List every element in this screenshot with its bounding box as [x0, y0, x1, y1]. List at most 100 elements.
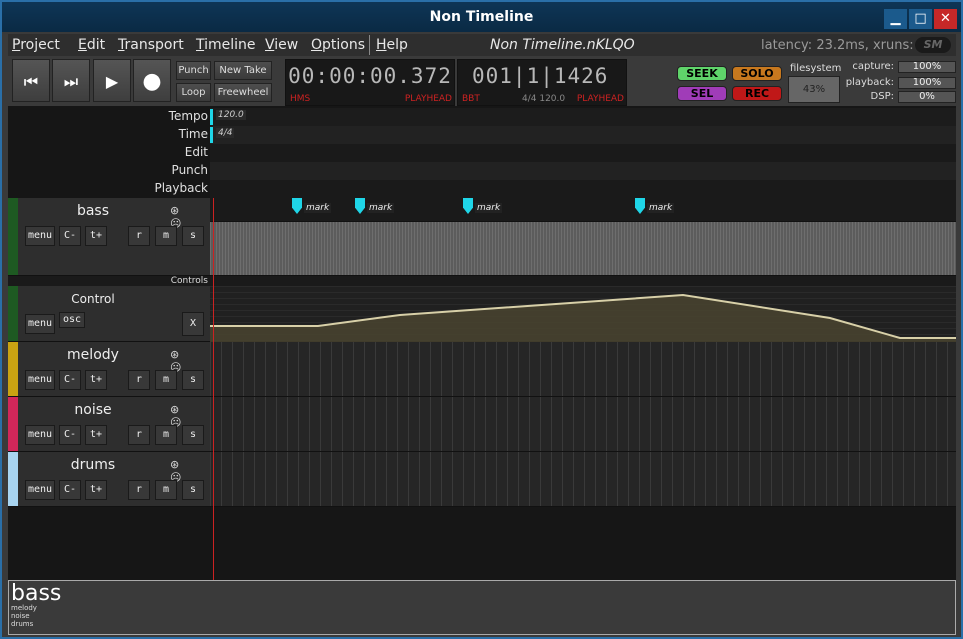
punch-ruler[interactable] [210, 162, 956, 180]
controls-row: Controls [8, 276, 956, 286]
solo-button[interactable]: s [182, 226, 204, 246]
track-menu-button[interactable]: menu [25, 480, 55, 500]
timeline-area: Tempo Time Edit Punch Playback 120.0 4/4… [8, 106, 956, 580]
solo-button[interactable]: s [182, 480, 204, 500]
select-toggle[interactable]: SEL [677, 86, 727, 101]
remove-control-button[interactable]: C- [59, 425, 81, 445]
track-menu-button[interactable]: menu [25, 425, 55, 445]
playback-ruler[interactable] [210, 180, 956, 198]
track-name[interactable]: bass [18, 203, 168, 219]
window-title: Non Timeline [429, 9, 534, 25]
osc-button[interactable]: osc [59, 312, 85, 328]
track-color-strip [8, 397, 18, 451]
solo-button[interactable]: s [182, 425, 204, 445]
time-signature-value: 4/4 [216, 128, 235, 138]
tempo-ruler-label: Tempo [168, 109, 208, 123]
mute-button[interactable]: m [155, 425, 177, 445]
bbt-clock[interactable]: 001|1|1426 BBT 4/4 120.0 PLAYHEAD [457, 59, 627, 106]
menu-transport[interactable]: Transport [118, 37, 184, 53]
minimize-button[interactable]: ▁ [884, 9, 907, 29]
menu-timeline[interactable]: Timeline [196, 37, 256, 53]
tempo-value: 120.0 [216, 110, 246, 120]
bbt-mode: PLAYHEAD [576, 94, 624, 104]
track-name[interactable]: drums [18, 457, 168, 473]
menu-project[interactable]: Project [12, 37, 60, 53]
track-menu-button[interactable]: menu [25, 370, 55, 390]
new-take-button[interactable]: New Take [214, 61, 272, 80]
punch-button[interactable]: Punch [176, 61, 211, 80]
capture-meter: 100% [898, 61, 956, 73]
edit-ruler-label: Edit [184, 145, 208, 159]
playback-meter: 100% [898, 77, 956, 89]
track-name[interactable]: Control [18, 292, 168, 306]
track-name[interactable]: melody [18, 347, 168, 363]
seek-toggle[interactable]: SEEK [677, 66, 727, 81]
add-take-button[interactable]: t+ [85, 226, 107, 246]
solo-toggle[interactable]: SOLO [732, 66, 782, 81]
record-arm-button[interactable]: r [128, 370, 150, 390]
track-color-strip [8, 342, 18, 396]
dsp-meter: 0% [898, 91, 956, 103]
playhead-cursor[interactable] [213, 198, 214, 580]
mute-button[interactable]: m [155, 226, 177, 246]
marker-label: mark [475, 203, 503, 213]
menu-edit[interactable]: Edit [78, 37, 105, 53]
close-button[interactable]: ✕ [934, 9, 957, 29]
marker-icon [635, 198, 645, 214]
track-bass-header: bass ⊛ ☹ menu C- t+ r m s [8, 198, 210, 276]
remove-control-button[interactable]: C- [59, 370, 81, 390]
menu-view[interactable]: View [265, 37, 298, 53]
automation-curve[interactable] [210, 286, 956, 342]
track-noise-lane[interactable] [210, 397, 956, 452]
loop-button[interactable]: Loop [176, 83, 211, 102]
menu-separator [369, 35, 370, 55]
record-arm-button[interactable]: r [128, 425, 150, 445]
play-button[interactable]: ▶ [93, 59, 131, 102]
empty-header-area [8, 507, 210, 580]
session-manager-badge: SM [915, 37, 951, 53]
mute-button[interactable]: m [155, 370, 177, 390]
hms-mode: PLAYHEAD [404, 94, 452, 104]
mute-button[interactable]: m [155, 480, 177, 500]
edit-ruler[interactable] [210, 144, 956, 162]
menu-help[interactable]: Help [376, 37, 408, 53]
time-ruler-label: Time [178, 127, 208, 141]
bbt-meta: 4/4 120.0 [522, 94, 566, 104]
control-menu-button[interactable]: menu [25, 314, 55, 334]
status-track-item: noise [11, 612, 30, 620]
hms-clock[interactable]: 00:00:00.372 HMS PLAYHEAD [285, 59, 455, 106]
menu-bar: Project Edit Transport Timeline View Opt… [8, 34, 956, 56]
time-ruler[interactable]: 4/4 [210, 126, 956, 144]
track-bass-lane[interactable] [210, 222, 956, 276]
record-button[interactable]: ● [133, 59, 171, 102]
fast-forward-button[interactable]: ⏭ [52, 59, 90, 102]
track-melody-header: melody ⊛ ☹ menu C- t+ r m s [8, 342, 210, 397]
marker-icon [463, 198, 473, 214]
marker-label: mark [647, 203, 675, 213]
track-melody-lane[interactable] [210, 342, 956, 397]
record-arm-button[interactable]: r [128, 480, 150, 500]
record-toggle[interactable]: REC [732, 86, 782, 101]
rewind-button[interactable]: ⏮ [12, 59, 50, 102]
track-name[interactable]: noise [18, 402, 168, 418]
freewheel-button[interactable]: Freewheel [214, 83, 272, 102]
transport-toolbar: ⏮ ⏭ ▶ ● Punch Loop New Take Freewheel 00… [8, 58, 956, 106]
punch-ruler-label: Punch [171, 163, 208, 177]
status-panel: bass melody noise drums [8, 580, 956, 635]
maximize-button[interactable]: □ [909, 9, 932, 29]
playback-ruler-label: Playback [154, 181, 208, 195]
tempo-ruler[interactable]: 120.0 [210, 108, 956, 126]
remove-control-button[interactable]: C- [59, 226, 81, 246]
track-menu-button[interactable]: menu [25, 226, 55, 246]
record-arm-button[interactable]: r [128, 226, 150, 246]
remove-control-track-button[interactable]: X [182, 312, 204, 336]
solo-button[interactable]: s [182, 370, 204, 390]
track-control-lane[interactable] [210, 286, 956, 342]
marker-lane[interactable]: mark mark mark mark [210, 198, 956, 222]
add-take-button[interactable]: t+ [85, 370, 107, 390]
remove-control-button[interactable]: C- [59, 480, 81, 500]
menu-options[interactable]: Options [311, 37, 365, 53]
track-drums-lane[interactable] [210, 452, 956, 507]
add-take-button[interactable]: t+ [85, 425, 107, 445]
add-take-button[interactable]: t+ [85, 480, 107, 500]
